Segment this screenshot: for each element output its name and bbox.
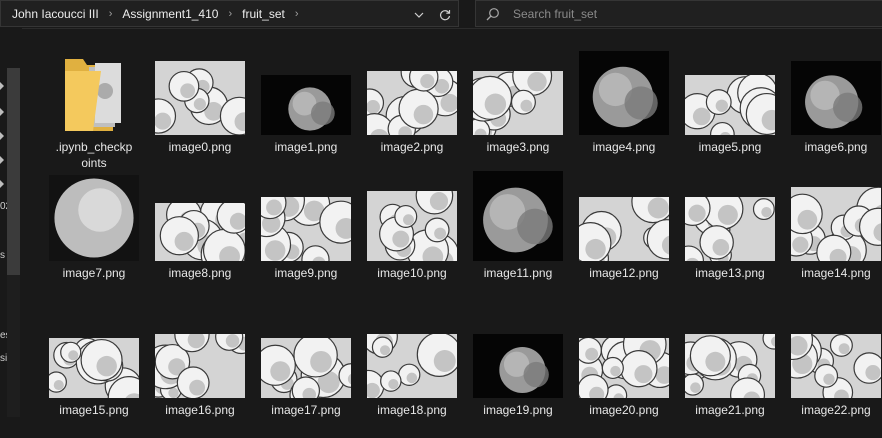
file-name-label: image21.png <box>695 403 765 417</box>
file-name-label: image22.png <box>801 403 871 417</box>
file-name-label: image4.png <box>592 140 656 154</box>
file-item[interactable]: image10.png <box>359 175 465 301</box>
file-item[interactable]: image18.png <box>359 312 465 438</box>
file-name-label: image13.png <box>695 266 765 280</box>
search-input[interactable] <box>513 6 853 21</box>
image-thumbnail[interactable] <box>147 312 253 398</box>
file-item[interactable]: image1.png <box>253 49 359 175</box>
image-thumbnail[interactable] <box>571 49 677 135</box>
file-item[interactable]: image21.png <box>677 312 783 438</box>
file-item[interactable]: image22.png <box>783 312 882 438</box>
file-item[interactable]: image8.png <box>147 175 253 301</box>
image-thumbnail[interactable] <box>253 49 359 135</box>
file-name-label: image1.png <box>274 140 338 154</box>
image-thumbnail[interactable] <box>465 171 571 261</box>
nav-scrollbar[interactable] <box>7 68 20 417</box>
file-item[interactable]: image19.png <box>465 312 571 438</box>
file-name-label: image8.png <box>168 266 232 280</box>
file-item[interactable]: image3.png <box>465 49 571 175</box>
image-thumbnail[interactable] <box>147 175 253 261</box>
file-name-label: image14.png <box>801 266 871 280</box>
image-thumbnail[interactable] <box>677 312 783 398</box>
file-name-label: image12.png <box>589 266 659 280</box>
file-name-label: image20.png <box>589 403 659 417</box>
file-item[interactable]: image2.png <box>359 49 465 175</box>
file-item[interactable]: image12.png <box>571 175 677 301</box>
nav-scrollbar-thumb[interactable] <box>7 68 20 275</box>
image-thumbnail[interactable] <box>465 49 571 135</box>
expand-arrow-icon[interactable] <box>0 153 4 164</box>
chevron-down-icon <box>414 12 424 18</box>
file-item[interactable]: image5.png <box>677 49 783 175</box>
file-item[interactable]: image7.png <box>41 175 147 301</box>
file-name-label: image5.png <box>698 140 762 154</box>
file-item[interactable]: image4.png <box>571 49 677 175</box>
image-thumbnail[interactable] <box>41 312 147 398</box>
file-name-label: image9.png <box>274 266 338 280</box>
folder-icon[interactable] <box>41 49 147 135</box>
file-name-label: image11.png <box>483 266 553 280</box>
image-thumbnail[interactable] <box>359 312 465 398</box>
navigation-pane[interactable]: 02 s es si <box>0 28 22 417</box>
breadcrumb-folder[interactable]: fruit_set <box>242 7 285 21</box>
file-name-label: image0.png <box>168 140 232 154</box>
file-item[interactable]: image9.png <box>253 175 359 301</box>
file-name-label: image6.png <box>804 140 868 154</box>
file-name-label: .ipynb_checkpoints <box>55 140 133 170</box>
image-thumbnail[interactable] <box>359 175 465 261</box>
file-name-label: image18.png <box>377 403 447 417</box>
address-bar[interactable]: John Iacoucci III › Assignment1_410 › fr… <box>0 0 459 27</box>
image-thumbnail[interactable] <box>677 175 783 261</box>
image-thumbnail[interactable] <box>571 175 677 261</box>
file-item[interactable]: image15.png <box>41 312 147 438</box>
expand-arrow-icon[interactable] <box>0 79 4 90</box>
file-item[interactable]: image17.png <box>253 312 359 438</box>
toolbar: John Iacoucci III › Assignment1_410 › fr… <box>0 0 882 29</box>
file-name-label: image10.png <box>377 266 447 280</box>
file-name-label: image17.png <box>271 403 341 417</box>
chevron-right-icon[interactable]: › <box>295 8 299 20</box>
refresh-icon <box>439 9 451 20</box>
image-thumbnail[interactable] <box>253 175 359 261</box>
expand-arrow-icon[interactable] <box>0 177 4 188</box>
image-thumbnail[interactable] <box>783 312 882 398</box>
expand-arrow-icon[interactable] <box>0 129 4 140</box>
file-item[interactable]: image14.png <box>783 175 882 301</box>
nav-label-fragment[interactable]: s <box>0 250 5 261</box>
file-item[interactable]: image20.png <box>571 312 677 438</box>
image-thumbnail[interactable] <box>783 49 882 135</box>
image-thumbnail[interactable] <box>359 49 465 135</box>
image-thumbnail[interactable] <box>677 49 783 135</box>
chevron-right-icon[interactable]: › <box>228 8 232 20</box>
image-thumbnail[interactable] <box>253 312 359 398</box>
file-item[interactable]: image11.png <box>465 171 571 301</box>
image-thumbnail[interactable] <box>465 312 571 398</box>
search-icon <box>486 7 499 20</box>
folder-item[interactable]: .ipynb_checkpoints <box>41 49 147 175</box>
image-thumbnail[interactable] <box>571 312 677 398</box>
file-item[interactable]: image6.png <box>783 49 882 175</box>
file-name-label: image15.png <box>59 403 129 417</box>
expand-arrow-icon[interactable] <box>0 105 4 116</box>
search-box[interactable] <box>475 0 882 27</box>
image-thumbnail[interactable] <box>147 49 253 135</box>
file-item[interactable]: image13.png <box>677 175 783 301</box>
history-dropdown-button[interactable] <box>406 2 432 27</box>
file-name-label: image7.png <box>62 266 126 280</box>
image-thumbnail[interactable] <box>783 175 882 261</box>
refresh-button[interactable] <box>432 2 458 27</box>
breadcrumb-assignment[interactable]: Assignment1_410 <box>122 7 218 21</box>
file-item[interactable]: image16.png <box>147 312 253 438</box>
file-name-label: image19.png <box>483 403 553 417</box>
file-name-label: image16.png <box>165 403 235 417</box>
file-name-label: image3.png <box>486 140 550 154</box>
file-name-label: image2.png <box>380 140 444 154</box>
breadcrumb-user[interactable]: John Iacoucci III <box>12 7 99 21</box>
image-thumbnail[interactable] <box>41 175 147 261</box>
file-item[interactable]: image0.png <box>147 49 253 175</box>
chevron-right-icon[interactable]: › <box>109 8 113 20</box>
